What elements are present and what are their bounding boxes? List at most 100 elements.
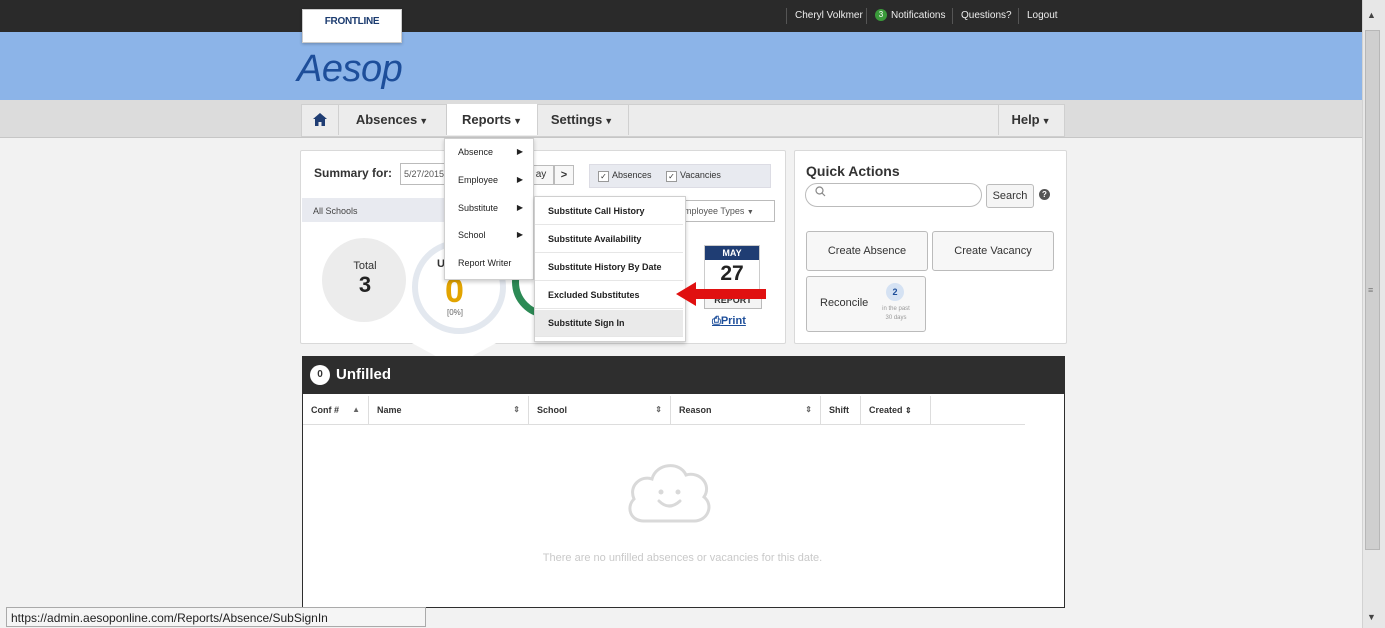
unfilled-count-badge: 0 (310, 365, 330, 385)
nav-reports-label: Reports (461, 112, 512, 127)
filter-checkboxes: ✓ Absences ✓ Vacancies (589, 164, 771, 188)
total-label: Total (353, 260, 377, 272)
quick-actions-title: Quick Actions (806, 163, 900, 179)
submenu-excluded-substitutes[interactable]: Excluded Substitutes (535, 282, 683, 309)
column-created[interactable]: Created ⇕ (861, 396, 931, 424)
sort-icon: ⇕ (513, 405, 520, 414)
nav-absences-label: Absences (355, 112, 418, 127)
column-conf[interactable]: Conf # ▲ (303, 396, 369, 424)
menu-item-absence[interactable]: Absence ▶ (445, 147, 531, 157)
vacancies-checkbox-label: Vacancies (680, 170, 721, 180)
vacancies-checkbox[interactable]: ✓ Vacancies (666, 170, 721, 182)
header-banner (0, 32, 1362, 100)
submenu-substitute-availability[interactable]: Substitute Availability (535, 226, 683, 253)
next-date-button[interactable]: > (554, 165, 574, 185)
menu-item-report-writer[interactable]: Report Writer (445, 258, 531, 268)
search-icon (815, 186, 826, 200)
chevron-right-icon: ▶ (516, 147, 523, 156)
submenu-substitute-call-history[interactable]: Substitute Call History (535, 198, 683, 225)
nav-help[interactable]: Help ▼ (998, 104, 1063, 135)
unfilled-header (302, 356, 1065, 394)
nav-settings-label: Settings (550, 112, 603, 127)
menu-item-school[interactable]: School ▶ (445, 230, 531, 240)
nav-absences[interactable]: Absences ▼ (338, 104, 447, 135)
column-reason[interactable]: Reason ⇕ (671, 396, 821, 424)
reconcile-subtext-days: 30 days (885, 315, 907, 321)
menu-item-employee-label: Employee (458, 175, 499, 185)
questions-link[interactable]: Questions? (952, 8, 1020, 24)
frontline-tab[interactable]: FRONTLINE (302, 9, 402, 43)
sort-icon: ⇕ (805, 405, 812, 414)
notifications-label: Notifications (891, 10, 946, 21)
browser-status-bar: https://admin.aesoponline.com/Reports/Ab… (6, 607, 426, 627)
column-conf-label: Conf # (311, 405, 339, 415)
caret-down-icon: ▼ (746, 209, 754, 216)
reconcile-subtext: in the past (882, 306, 910, 312)
caret-down-icon: ▼ (1041, 116, 1051, 126)
create-vacancy-button[interactable]: Create Vacancy (932, 231, 1054, 271)
column-shift[interactable]: Shift (821, 396, 861, 424)
nav-settings[interactable]: Settings ▼ (536, 104, 629, 135)
checkmark-icon: ✓ (598, 171, 609, 182)
home-button[interactable] (302, 104, 339, 135)
column-name[interactable]: Name ⇕ (369, 396, 529, 424)
absences-checkbox[interactable]: ✓ Absences (598, 170, 652, 182)
reconcile-label: Reconcile (820, 297, 869, 309)
unfilled-stat-percent: [0%] (447, 308, 464, 317)
column-school-label: School (537, 405, 568, 415)
total-value: 3 (358, 272, 372, 297)
nav-help-label: Help (1011, 112, 1040, 127)
empty-state-message: There are no unfilled absences or vacanc… (542, 552, 823, 564)
sort-icon: ⇕ (655, 405, 662, 414)
red-arrow-icon (676, 282, 766, 306)
summary-label: Summary for: (314, 166, 393, 180)
absences-checkbox-label: Absences (612, 170, 652, 180)
unfilled-title: Unfilled (336, 366, 391, 383)
schools-select-value: All Schools (313, 206, 358, 216)
scroll-grip-icon: ≡ (1368, 285, 1374, 295)
aesop-logo[interactable]: Aesop (297, 48, 403, 91)
help-icon[interactable]: ? (1039, 189, 1050, 200)
user-name[interactable]: Cheryl Volkmer (786, 8, 871, 24)
sort-asc-icon: ▲ (352, 405, 360, 414)
submenu-substitute-history-by-date[interactable]: Substitute History By Date (535, 254, 683, 281)
column-reason-label: Reason (679, 405, 712, 415)
search-button[interactable]: Search (986, 184, 1034, 208)
nav-reports[interactable]: Reports ▼ (446, 104, 538, 135)
print-label: Print (720, 315, 746, 327)
menu-item-employee[interactable]: Employee ▶ (445, 175, 531, 185)
top-bar: Cheryl Volkmer 3 Notifications Questions?… (0, 0, 1362, 32)
quick-search-input[interactable] (805, 183, 982, 207)
caret-down-icon: ▼ (419, 116, 429, 126)
employee-types-value: mployee Types (684, 206, 745, 216)
employee-types-select[interactable]: mployee Types ▼ (680, 200, 775, 222)
frontline-logo: FRONTLINE (324, 16, 380, 27)
column-shift-label: Shift (829, 405, 849, 415)
menu-item-absence-label: Absence (458, 147, 494, 157)
caret-down-icon: ▼ (604, 116, 614, 126)
home-icon (313, 113, 327, 126)
menu-item-report-writer-label: Report Writer (458, 258, 512, 268)
menu-item-school-label: School (458, 230, 486, 240)
logout-link[interactable]: Logout (1018, 8, 1066, 24)
submenu-substitute-sign-in[interactable]: Substitute Sign In (535, 310, 683, 337)
checkmark-icon: ✓ (666, 171, 677, 182)
notifications-badge: 3 (875, 9, 887, 22)
create-absence-button[interactable]: Create Absence (806, 231, 928, 271)
menu-item-substitute[interactable]: Substitute ▶ (445, 203, 531, 213)
caret-down-icon: ▼ (513, 116, 523, 126)
scroll-up-icon[interactable]: ▲ (1367, 10, 1376, 20)
reconcile-count-badge: 2 (886, 283, 904, 301)
empty-cloud-icon (628, 464, 711, 523)
chevron-right-icon: ▶ (516, 175, 523, 184)
chevron-right-icon: ▶ (516, 203, 523, 212)
menu-item-substitute-label: Substitute (458, 203, 499, 213)
chevron-right-icon: ▶ (516, 230, 523, 239)
printer-icon: ⎙ (712, 315, 721, 327)
print-link[interactable]: ⎙Print (712, 315, 746, 328)
column-school[interactable]: School ⇕ (529, 396, 671, 424)
scroll-down-icon[interactable]: ▼ (1367, 612, 1376, 622)
calendar-month: MAY (705, 246, 759, 260)
column-name-label: Name (377, 405, 402, 415)
notifications-link[interactable]: 3 Notifications (866, 8, 953, 24)
